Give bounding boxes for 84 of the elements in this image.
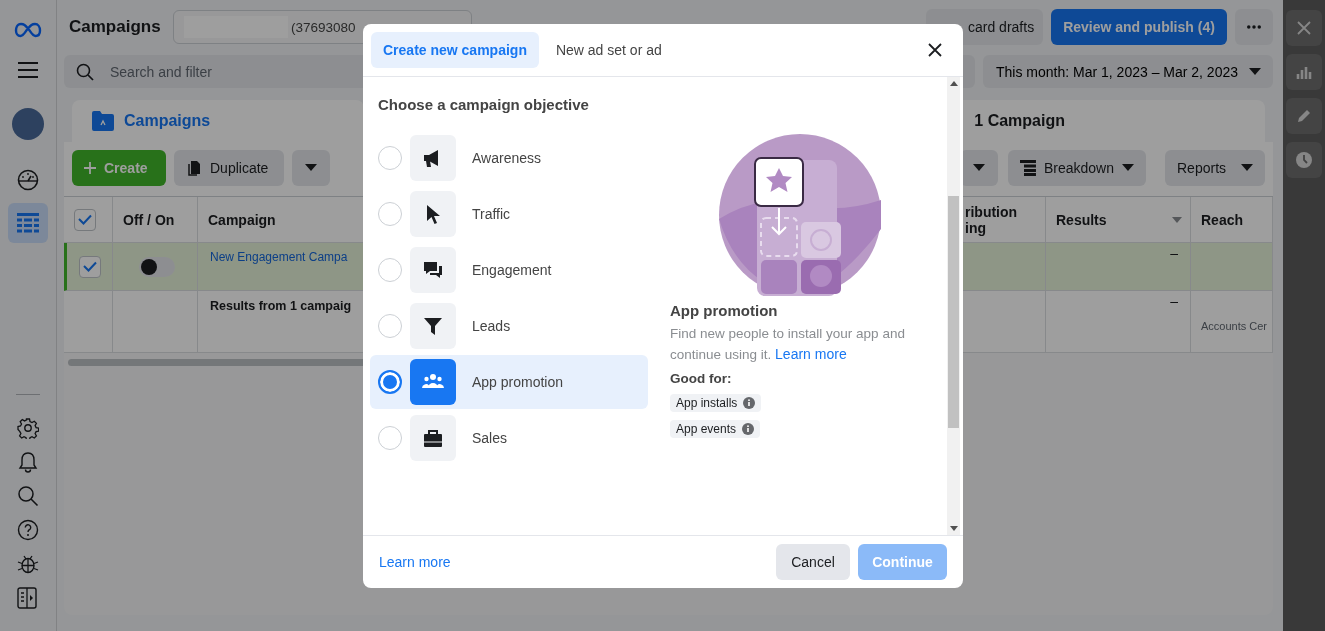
caret-icon (1122, 164, 1134, 172)
section-heading: Choose a campaign objective (377, 95, 590, 115)
row-checkbox[interactable] (78, 255, 101, 278)
objective-description: Find new people to install your app and continue using it. Learn more (670, 325, 906, 364)
pencil-icon (1295, 107, 1313, 125)
reports-button[interactable]: Reports (1165, 150, 1265, 186)
caret-icon (1241, 164, 1253, 172)
review-publish-button[interactable]: Review and publish (4) (1051, 9, 1227, 45)
objective-option[interactable]: Engagement (370, 243, 648, 297)
account-id: (37693080 (291, 19, 356, 35)
select-all-checkbox[interactable] (74, 208, 96, 231)
breakdown-icon (1020, 160, 1036, 176)
column-header: Off / On (123, 211, 175, 228)
results-value: – (1170, 245, 1178, 261)
info-icon (742, 423, 755, 435)
folder-icon (92, 111, 114, 131)
bell-icon[interactable] (17, 451, 39, 473)
date-range-dropdown[interactable]: This month: Mar 1, 2023 – Mar 2, 2023 (983, 55, 1273, 88)
objective-option[interactable]: App promotion (370, 355, 648, 409)
search-icon[interactable] (17, 485, 39, 507)
checkmark-icon (78, 214, 92, 225)
search-icon (76, 63, 94, 81)
gauge-icon (17, 169, 39, 191)
objective-title: App promotion (670, 302, 778, 319)
objective-option[interactable]: Traffic (370, 187, 648, 241)
infinity-logo-icon (14, 22, 42, 38)
panel-toggle-icon[interactable] (17, 587, 39, 609)
briefcase-icon (422, 427, 444, 449)
column-header: Campaign (208, 211, 276, 228)
page-title: Campaigns (69, 17, 162, 37)
learn-more-link[interactable]: Learn more (775, 346, 847, 362)
info-icon (743, 397, 756, 409)
objective-option[interactable]: Awareness (370, 131, 648, 185)
learn-more-link[interactable]: Learn more (379, 554, 451, 570)
column-header[interactable]: Results (1056, 211, 1107, 228)
radio-button[interactable] (378, 370, 402, 394)
clock-icon (1295, 151, 1313, 169)
close-icon (928, 43, 942, 57)
help-icon[interactable] (17, 519, 39, 541)
reach-value: Accounts Cer (1201, 320, 1268, 332)
column-header: Reach (1201, 211, 1244, 228)
history-panel-button[interactable] (1286, 142, 1322, 178)
duplicate-dropdown-button[interactable] (292, 150, 330, 186)
vertical-scrollbar[interactable] (947, 77, 960, 535)
caret-icon (973, 164, 985, 172)
close-panel-button[interactable] (1286, 10, 1322, 46)
dialog-tab[interactable]: New ad set or ad (543, 32, 674, 68)
dialog-tab[interactable]: Create new campaign (371, 32, 539, 68)
objective-option[interactable]: Leads (370, 299, 648, 353)
campaign-link[interactable]: New Engagement Campa (210, 250, 348, 264)
chart-panel-button[interactable] (1286, 54, 1322, 90)
copy-icon (186, 160, 202, 176)
sort-caret-icon (1172, 216, 1182, 223)
more-button[interactable] (1235, 9, 1273, 45)
campaigns-tab[interactable]: Campaigns (72, 100, 364, 142)
settings-icon[interactable] (17, 417, 39, 439)
bug-icon[interactable] (17, 553, 39, 575)
menu-icon[interactable] (18, 62, 38, 78)
duplicate-button[interactable]: Duplicate (174, 150, 284, 186)
summary-label: Results from 1 campaig (210, 299, 351, 313)
table-icon (17, 212, 39, 234)
caret-icon (1249, 67, 1261, 76)
plus-icon (84, 162, 96, 174)
cancel-button[interactable]: Cancel (776, 544, 850, 580)
more-icon (1247, 25, 1261, 29)
chat-bubbles-icon (422, 259, 444, 281)
close-icon (1295, 19, 1313, 37)
profile-avatar[interactable] (12, 108, 44, 140)
goal-tag-label: App events (676, 422, 737, 436)
goal-tag-label: App installs (676, 396, 738, 410)
panel-heading: 1 Campaign (974, 112, 1065, 130)
arrow-up-icon (949, 81, 958, 86)
checkmark-icon (82, 261, 97, 272)
objective-option[interactable]: Sales (370, 411, 648, 465)
on-off-toggle[interactable] (139, 257, 175, 277)
results-value: – (1170, 293, 1178, 309)
caret-icon (305, 164, 317, 172)
breakdown-button[interactable]: Breakdown (1008, 150, 1146, 186)
funnel-icon (422, 315, 444, 337)
column-header: ribution ing (965, 203, 1019, 236)
scrollbar-thumb[interactable] (948, 196, 959, 428)
good-for-label: Good for: (670, 371, 732, 386)
arrow-down-icon (949, 526, 958, 531)
edit-panel-button[interactable] (1286, 98, 1322, 134)
